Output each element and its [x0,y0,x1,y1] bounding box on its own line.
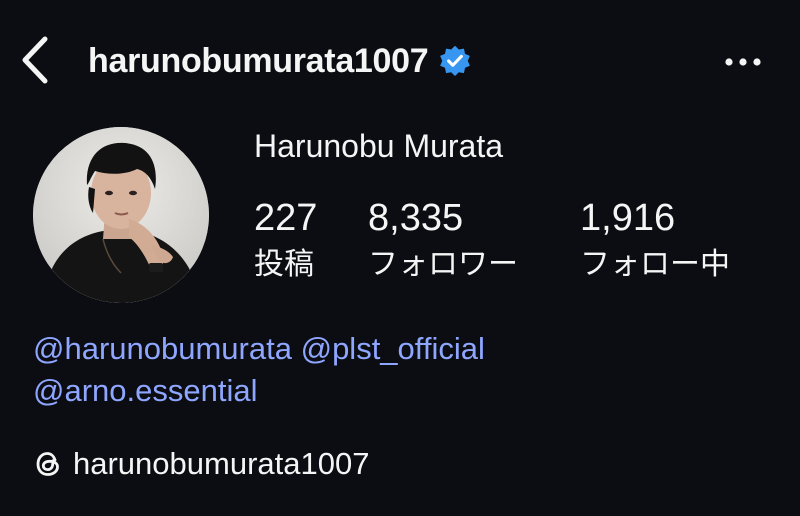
following-count[interactable]: 1,916 フォロー中 [580,195,730,285]
following-value: 1,916 [580,197,676,239]
header-username: harunobumurata1007 [88,36,472,86]
back-button[interactable] [14,32,54,88]
followers-count[interactable]: 8,335 フォロワー [368,195,518,285]
verified-badge-icon [440,45,471,76]
threads-profile-link[interactable]: harunobumurata1007 [33,446,369,482]
posts-value: 227 [254,197,318,239]
more-options-button[interactable] [718,44,768,80]
more-options-icon [725,58,761,66]
bio-line-2: @arno.essential [33,370,485,412]
threads-icon [36,452,59,476]
display-name: Harunobu Murata [254,128,504,164]
mention-link[interactable]: @plst_official [301,331,485,366]
followers-label: フォロワー [368,248,518,281]
profile-header: harunobumurata1007 [0,0,800,120]
mention-link[interactable]: @harunobumurata [33,331,292,366]
profile-avatar[interactable] [33,127,209,303]
bio-mentions: @harunobumurata @plst_official @arno.ess… [33,328,485,412]
posts-count[interactable]: 227 投稿 [254,195,317,285]
mention-link[interactable]: @arno.essential [33,373,257,408]
bio-line-1: @harunobumurata @plst_official [33,328,485,370]
avatar-photo [33,127,209,303]
threads-handle: harunobumurata1007 [73,446,370,481]
username-text: harunobumurata1007 [88,41,429,80]
following-label: フォロー中 [580,248,730,281]
followers-value: 8,335 [368,197,464,239]
posts-label: 投稿 [254,248,314,281]
back-chevron-icon [22,36,48,84]
